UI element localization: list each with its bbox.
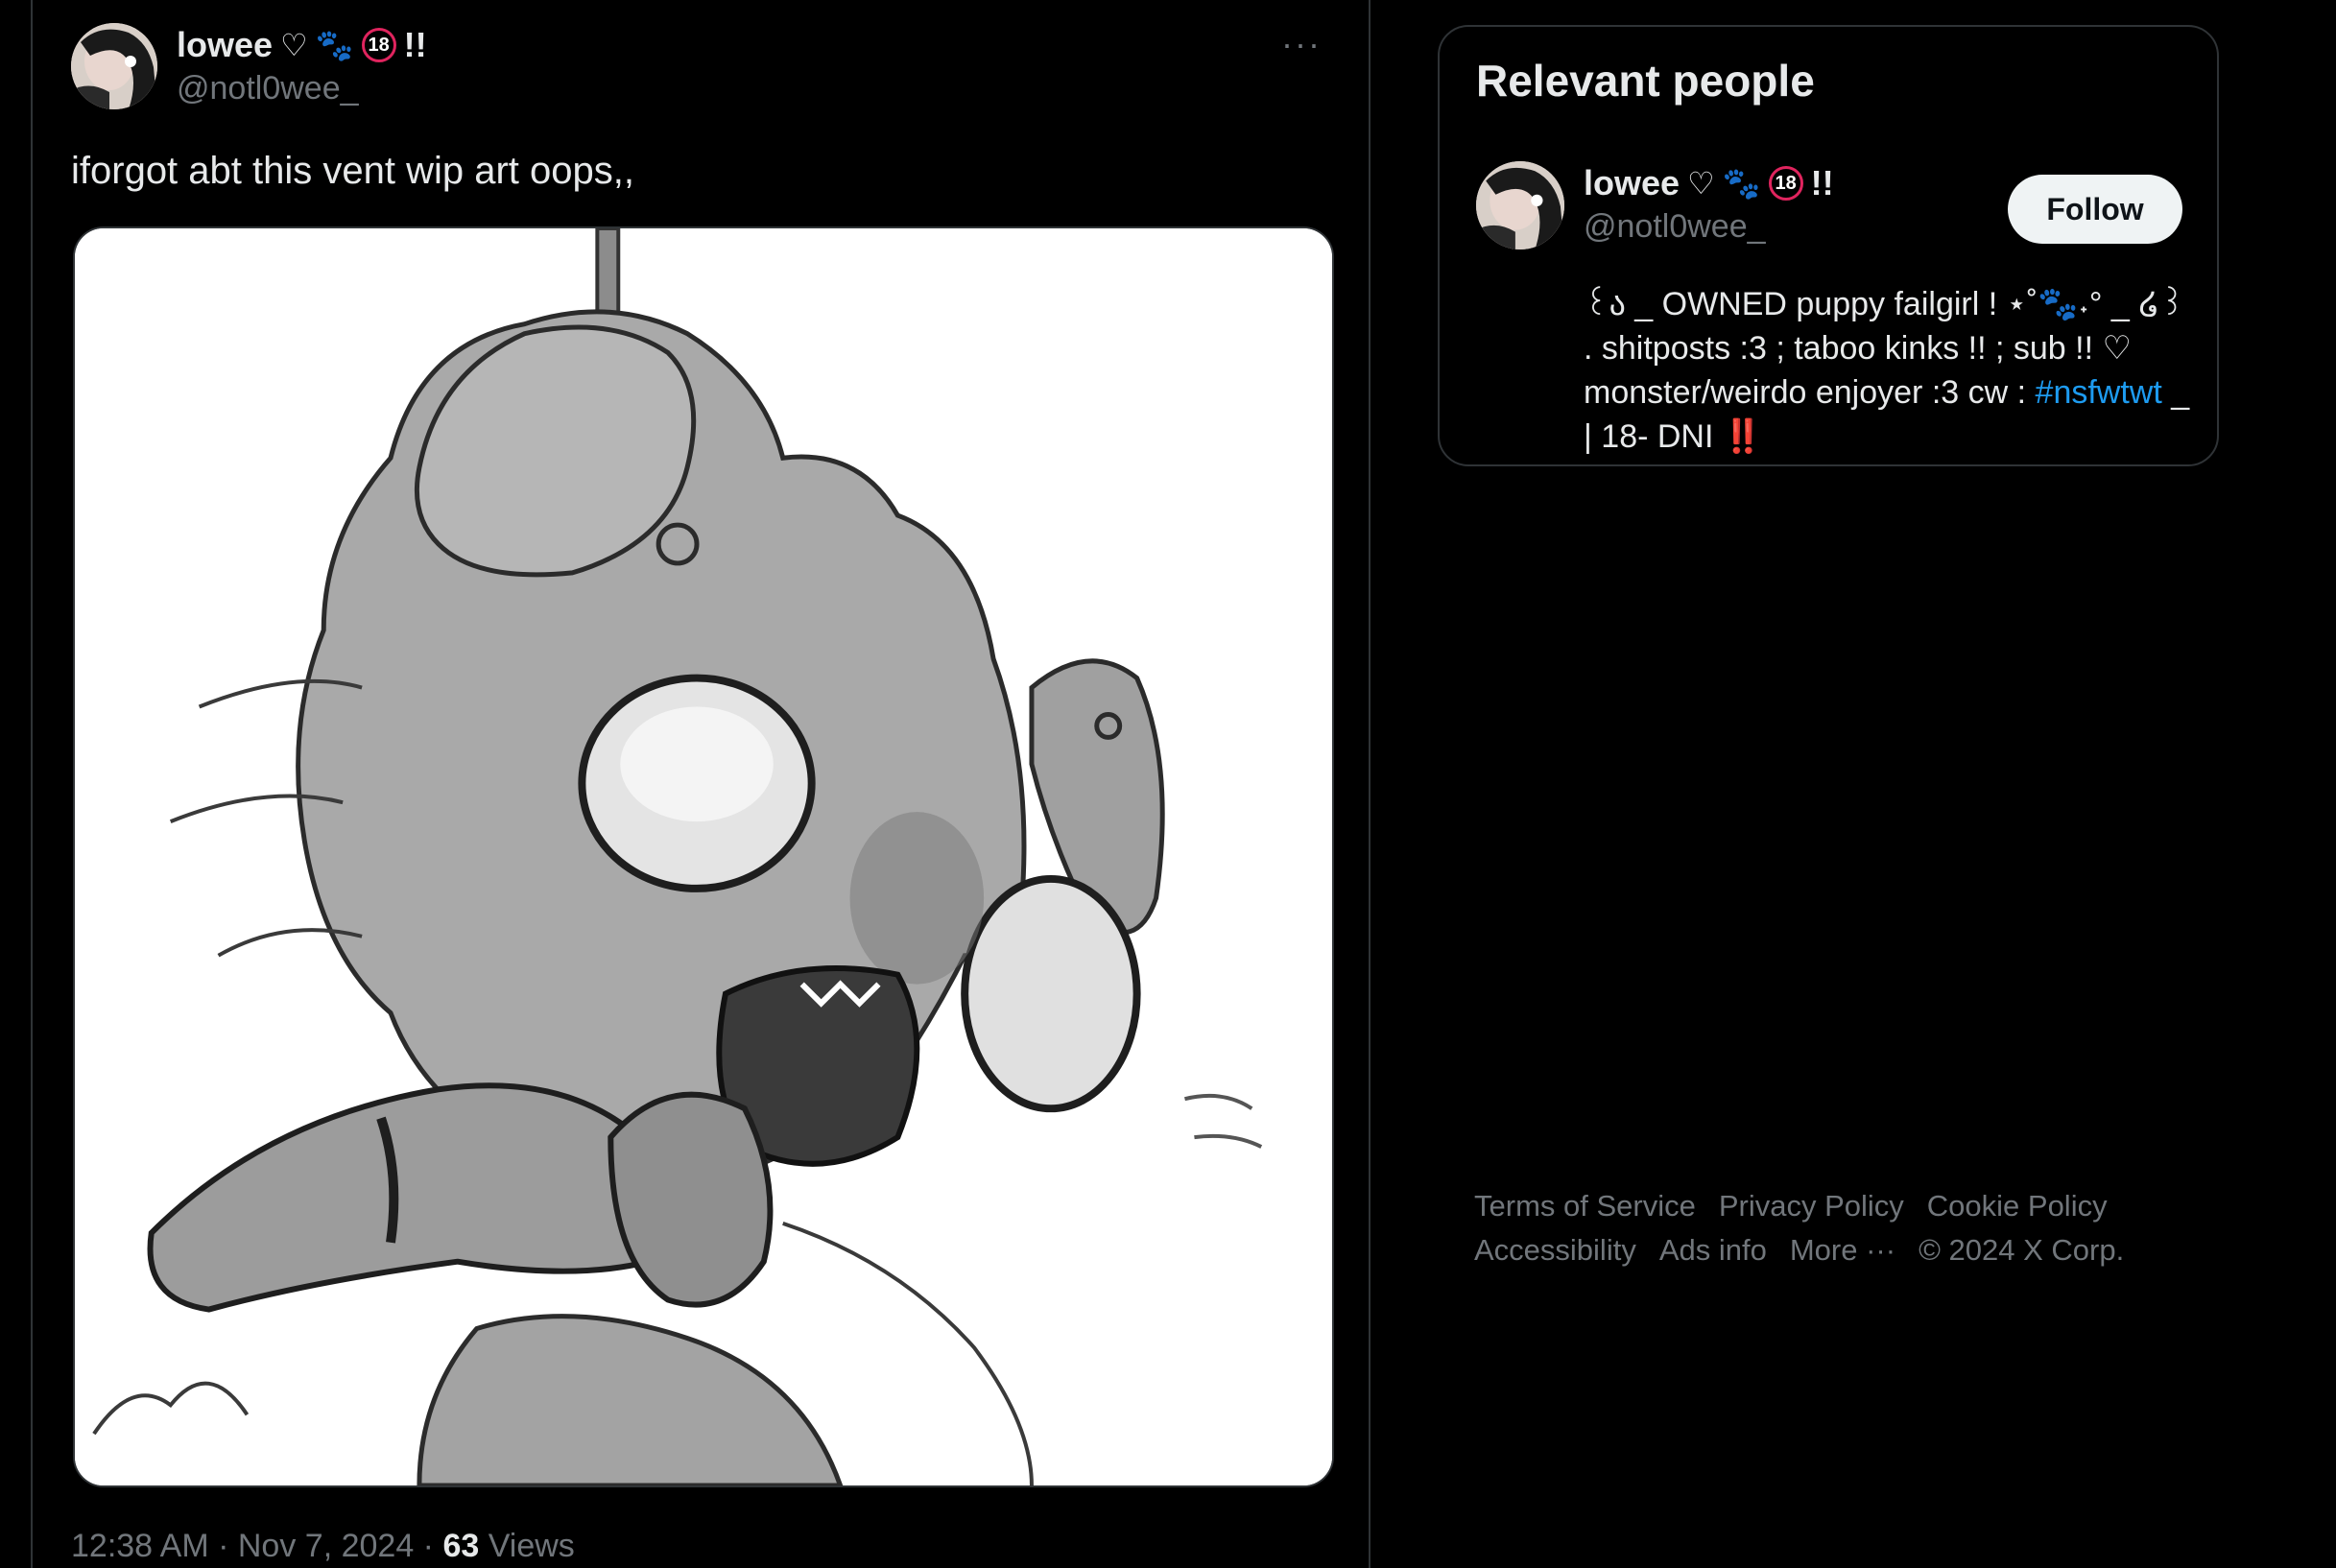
relevant-people-card: Relevant people lowee ♡ 🐾 18 !! @notl0we… <box>1438 25 2219 466</box>
paw-icon: 🐾 <box>315 28 354 62</box>
person-avatar[interactable] <box>1476 161 1564 249</box>
heart-icon: ♡ <box>1687 166 1715 201</box>
double-exclamation-icon: !! <box>1810 163 1834 202</box>
tweet-date[interactable]: Nov 7, 2024 <box>238 1528 414 1564</box>
paw-icon: 🐾 <box>1722 166 1761 201</box>
cookie-policy-link[interactable]: Cookie Policy <box>1927 1189 2108 1223</box>
page: lowee ♡ 🐾 18 !! @notl0wee_ ··· iforgot a… <box>0 0 2336 1568</box>
author-handle[interactable]: @notl0wee_ <box>177 67 427 109</box>
person-name: lowee <box>1584 163 1680 202</box>
person-bio: ꒰ა _ OWNED puppy failgirl ! ⋆˚🐾˖° _ ໒꒱ .… <box>1584 282 2198 459</box>
views-label: Views <box>479 1528 575 1564</box>
relevant-people-title: Relevant people <box>1476 56 1815 106</box>
tweet-text: iforgot abt this vent wip art oops,, <box>71 150 634 192</box>
privacy-policy-link[interactable]: Privacy Policy <box>1719 1189 1904 1223</box>
person-display-name[interactable]: lowee ♡ 🐾 18 !! <box>1584 161 1834 205</box>
tweet-header: lowee ♡ 🐾 18 !! @notl0wee_ ··· <box>71 23 1330 115</box>
follow-button[interactable]: Follow <box>2008 175 2182 244</box>
copyright: © 2024 X Corp. <box>1919 1233 2125 1267</box>
sketch-artwork <box>75 228 1332 1485</box>
tweet-column: lowee ♡ 🐾 18 !! @notl0wee_ ··· iforgot a… <box>31 0 1371 1568</box>
ads-info-link[interactable]: Ads info <box>1659 1233 1767 1267</box>
footer-links: Terms of Service Privacy Policy Cookie Pol… <box>1474 1184 2204 1272</box>
person-handle[interactable]: @notl0wee_ <box>1584 205 1834 248</box>
author-display-name[interactable]: lowee ♡ 🐾 18 !! <box>177 23 427 67</box>
author-name-block: lowee ♡ 🐾 18 !! @notl0wee_ <box>177 23 427 109</box>
terms-of-service-link[interactable]: Terms of Service <box>1474 1189 1696 1223</box>
heart-icon: ♡ <box>280 28 308 62</box>
author-avatar[interactable] <box>71 23 157 109</box>
author-name: lowee <box>177 25 274 64</box>
more-options-icon[interactable]: ··· <box>1273 27 1330 71</box>
double-exclamation-icon: !! <box>403 25 427 64</box>
age-18-icon: 18 <box>361 28 396 62</box>
person-name-block: lowee ♡ 🐾 18 !! @notl0wee_ <box>1584 161 1834 248</box>
tweet-image[interactable] <box>73 226 1334 1487</box>
double-exclamation-red-icon: ‼️ <box>1722 418 1764 455</box>
bio-hashtag-link[interactable]: #nsfwtwt <box>2036 374 2162 411</box>
accessibility-link[interactable]: Accessibility <box>1474 1233 1636 1267</box>
meta-separator: · <box>208 1528 238 1564</box>
more-link[interactable]: More ··· <box>1790 1233 1895 1267</box>
views-count: 63 <box>442 1528 480 1564</box>
age-18-icon: 18 <box>1768 166 1803 201</box>
tweet-meta: 12:38 AM · Nov 7, 2024 · 63 Views <box>71 1526 575 1566</box>
meta-separator: · <box>414 1528 443 1564</box>
tweet-time[interactable]: 12:38 AM <box>71 1528 209 1564</box>
